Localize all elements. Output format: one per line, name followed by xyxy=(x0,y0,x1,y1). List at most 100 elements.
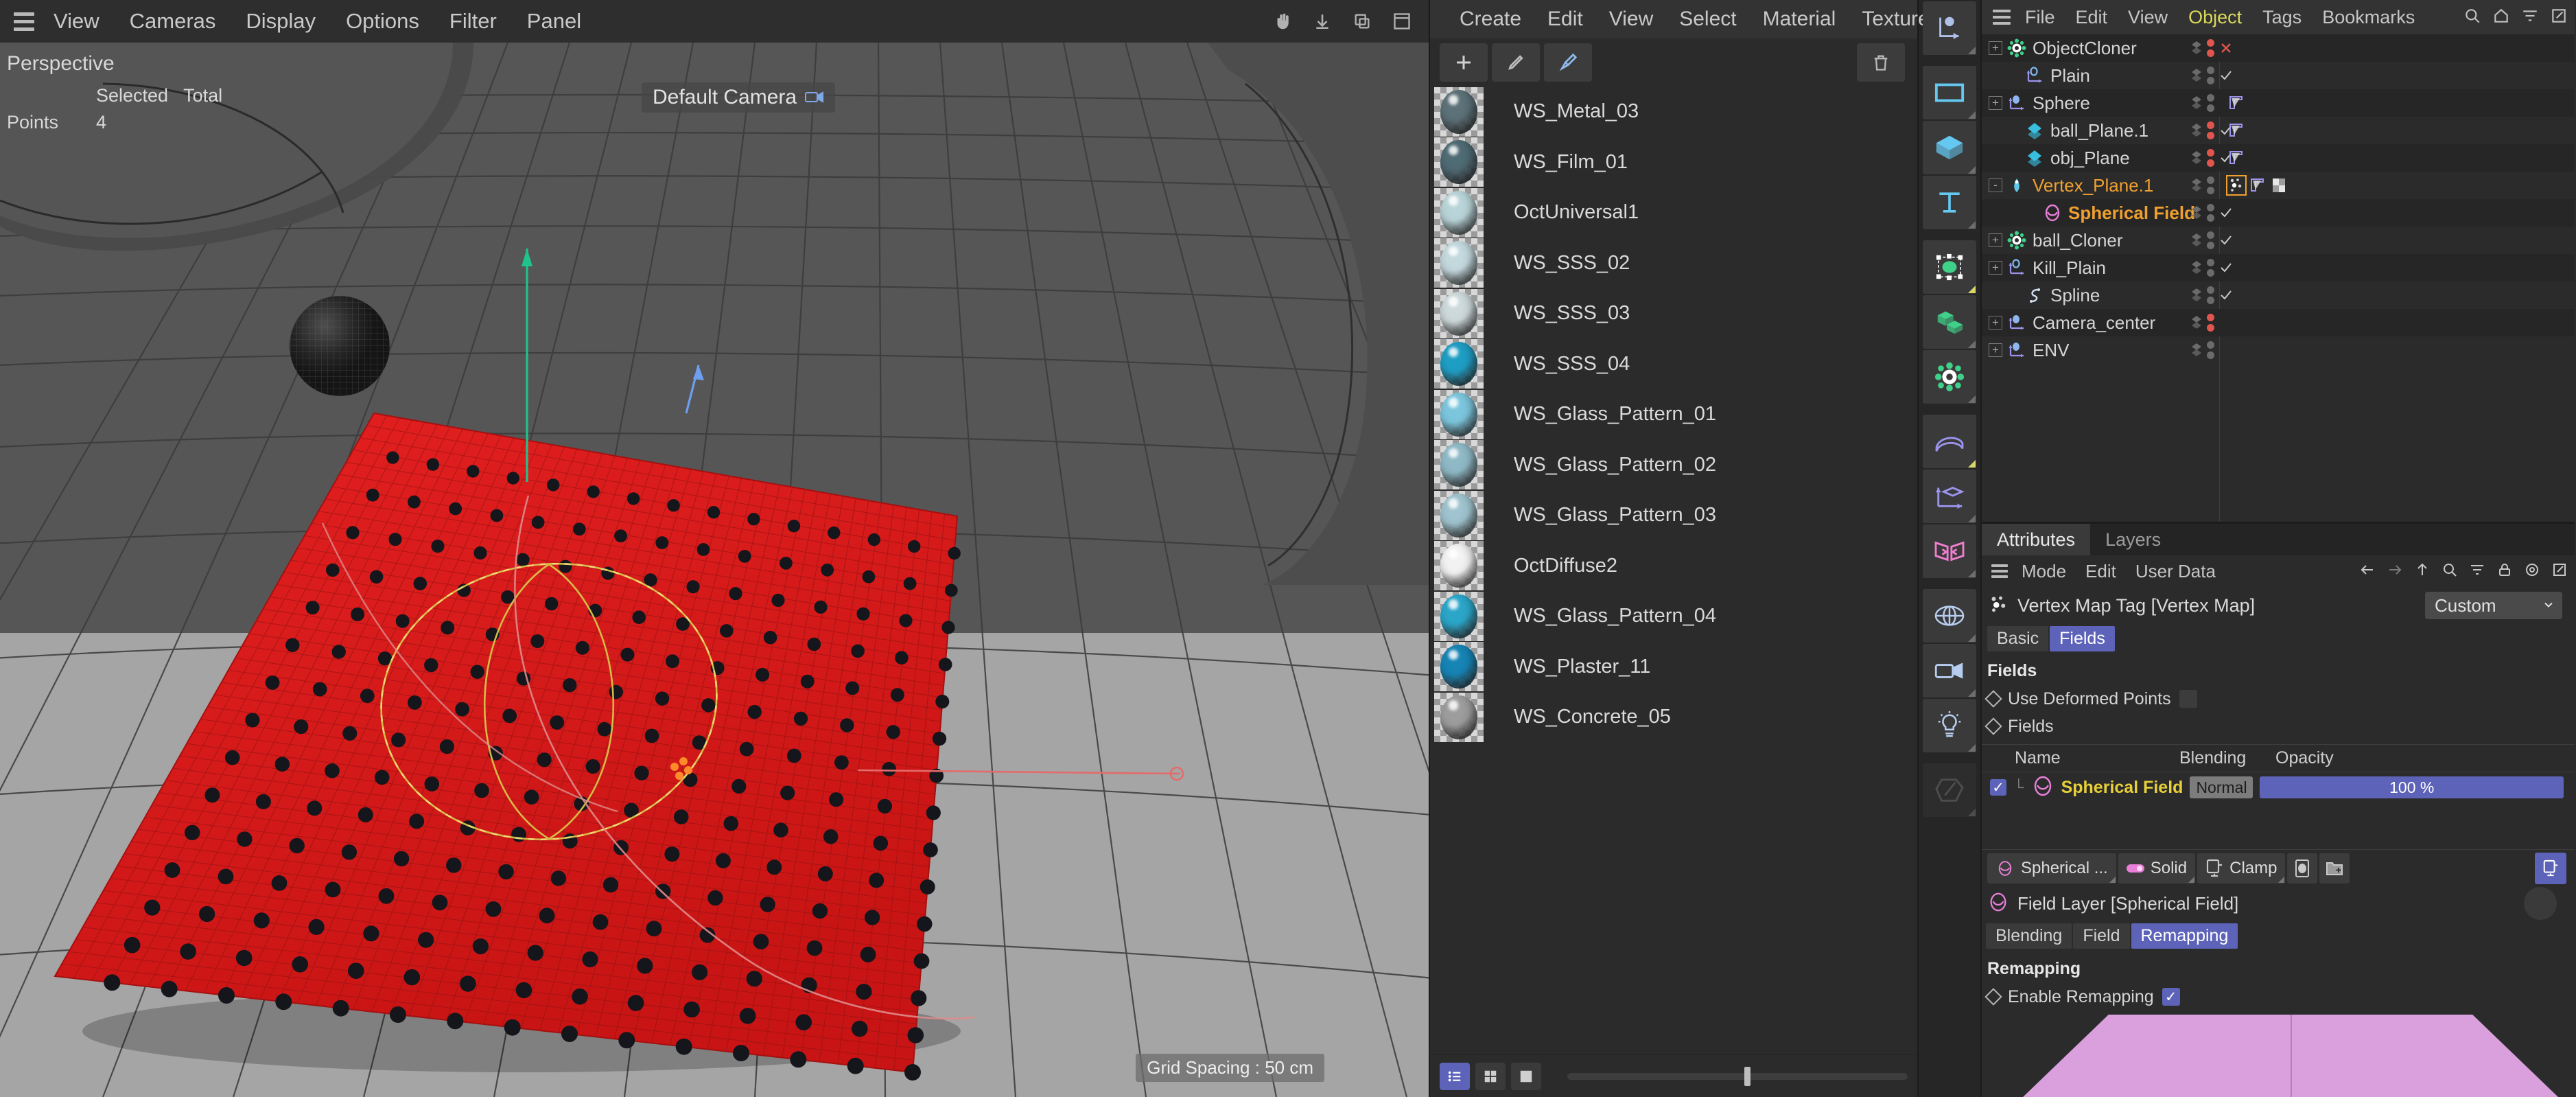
preset-dropdown[interactable]: Custom xyxy=(2425,592,2562,619)
object-visibility-dots[interactable] xyxy=(2191,94,2214,112)
expander-toggle[interactable]: + xyxy=(1989,261,2002,275)
object-menu-view[interactable]: View xyxy=(2118,7,2178,28)
material-item[interactable]: WS_Metal_03 xyxy=(1430,86,1917,137)
object-tree-row[interactable]: - Vertex_Plane.1 xyxy=(1982,172,2575,199)
viewport-3d-scene[interactable]: Perspective Selected Total Points 4 Defa… xyxy=(0,43,1429,1097)
material-thumbnail[interactable] xyxy=(1434,490,1484,540)
visibility-render-dot[interactable] xyxy=(2207,132,2214,139)
attribute-menu-user-data[interactable]: User Data xyxy=(2126,561,2225,582)
home-icon[interactable] xyxy=(2492,7,2510,28)
material-menu-view[interactable]: View xyxy=(1596,8,1666,31)
viewport-menu-hamburger-icon[interactable] xyxy=(10,10,38,33)
mirror-icon[interactable] xyxy=(1923,524,1976,578)
expander-toggle[interactable]: + xyxy=(1989,233,2002,247)
object-tree-row[interactable]: Plain xyxy=(1982,62,2575,89)
grid-view-button[interactable] xyxy=(1475,1062,1506,1090)
viewport-menu-filter[interactable]: Filter xyxy=(434,9,512,34)
material-list[interactable]: WS_Metal_03 WS_Film_01 OctUniversal1 WS_SSS… xyxy=(1430,86,1917,1054)
cube-icon[interactable] xyxy=(1923,121,1976,174)
filter-icon[interactable] xyxy=(2469,562,2485,581)
new-material-button[interactable] xyxy=(1440,43,1488,82)
material-thumbnail[interactable] xyxy=(1434,339,1484,389)
field-blending-select[interactable]: Normal xyxy=(2190,776,2253,798)
edit-material-button[interactable] xyxy=(1492,43,1540,82)
material-menu-edit[interactable]: Edit xyxy=(1534,8,1596,31)
phong-tag[interactable] xyxy=(2227,149,2245,167)
visibility-render-dot[interactable] xyxy=(2207,214,2214,222)
simulation-icon[interactable] xyxy=(1923,350,1976,404)
field-clamp-button[interactable]: Clamp xyxy=(2197,853,2286,884)
material-item[interactable]: WS_Glass_Pattern_01 xyxy=(1430,389,1917,440)
object-visibility-dots[interactable] xyxy=(2191,231,2233,249)
environment-icon[interactable] xyxy=(1923,589,1976,643)
material-item[interactable]: WS_Glass_Pattern_04 xyxy=(1430,591,1917,642)
viewport-menu-options[interactable]: Options xyxy=(331,9,434,34)
object-tree-row[interactable]: + ObjectCloner xyxy=(1982,34,2575,62)
material-thumbnail[interactable] xyxy=(1434,692,1484,742)
object-tree-row[interactable]: + Sphere xyxy=(1982,89,2575,117)
axis-object-icon[interactable] xyxy=(1923,470,1976,523)
viewport-camera-label[interactable]: Default Camera xyxy=(642,82,836,113)
visibility-render-dot[interactable] xyxy=(2207,77,2214,84)
text-icon[interactable] xyxy=(1923,176,1976,229)
material-item[interactable]: WS_Concrete_05 xyxy=(1430,692,1917,743)
visibility-editor-dot[interactable] xyxy=(2207,341,2214,349)
expander-toggle[interactable]: + xyxy=(1989,96,2002,110)
visibility-render-dot[interactable] xyxy=(2207,159,2214,167)
material-menu-select[interactable]: Select xyxy=(1666,8,1749,31)
object-visibility-dots[interactable] xyxy=(2191,67,2233,84)
object-visibility-dots[interactable] xyxy=(2191,204,2233,222)
visibility-render-dot[interactable] xyxy=(2207,269,2214,277)
visibility-editor-dot[interactable] xyxy=(2207,176,2214,184)
keyframe-diamond-icon[interactable] xyxy=(1984,988,2002,1006)
field-layer-row[interactable]: └ Spherical Field Normal 100 % xyxy=(1982,772,2575,802)
expander-toggle[interactable]: + xyxy=(1989,316,2002,330)
material-menu-material[interactable]: Material xyxy=(1750,8,1849,31)
material-item[interactable]: OctUniversal1 xyxy=(1430,187,1917,238)
visibility-editor-dot[interactable] xyxy=(2207,39,2214,47)
visibility-render-dot[interactable] xyxy=(2207,187,2214,194)
search-icon[interactable] xyxy=(2442,562,2458,581)
object-visibility-dots[interactable] xyxy=(2191,286,2233,304)
object-visibility-dots[interactable] xyxy=(2191,314,2214,332)
object-menu-hamburger-icon[interactable] xyxy=(1989,8,2015,27)
object-tree[interactable]: + ObjectCloner Plain + Sphere ball_Plane.1 obj… xyxy=(1982,34,2575,522)
back-arrow-icon[interactable] xyxy=(2359,562,2376,581)
maximize-icon[interactable] xyxy=(1387,7,1416,36)
visibility-editor-dot[interactable] xyxy=(2207,149,2214,157)
field-opacity-slider[interactable]: 100 % xyxy=(2260,776,2564,798)
target-icon[interactable] xyxy=(2524,562,2540,581)
object-tree-row[interactable]: Spline xyxy=(1982,281,2575,309)
object-tree-row[interactable]: + ball_Cloner xyxy=(1982,227,2575,254)
object-tree-row[interactable]: ball_Plane.1 xyxy=(1982,117,2575,144)
material-thumbnail[interactable] xyxy=(1434,642,1484,692)
material-item[interactable]: OctDiffuse2 xyxy=(1430,541,1917,592)
lock-icon[interactable] xyxy=(2496,562,2513,581)
material-thumbnail[interactable] xyxy=(1434,440,1484,490)
subtab-fields[interactable]: Fields xyxy=(2050,625,2115,651)
viewport-menu-panel[interactable]: Panel xyxy=(512,9,596,34)
hand-icon[interactable] xyxy=(1268,7,1297,36)
field-solid-button[interactable]: Solid xyxy=(2118,853,2196,884)
material-thumbnail[interactable] xyxy=(1434,137,1484,187)
viewport-menu-display[interactable]: Display xyxy=(231,9,331,34)
visibility-editor-dot[interactable] xyxy=(2207,286,2214,294)
visibility-render-dot[interactable] xyxy=(2207,104,2214,112)
pick-material-button[interactable] xyxy=(1544,43,1592,82)
visibility-editor-dot[interactable] xyxy=(2207,231,2214,239)
material-thumbnail[interactable] xyxy=(1434,389,1484,439)
field-layer-toggle[interactable] xyxy=(2535,852,2566,884)
popout-icon[interactable] xyxy=(2551,562,2568,581)
material-menu-hamburger-icon[interactable] xyxy=(1438,9,1447,30)
material-thumbnail[interactable] xyxy=(1434,591,1484,641)
filter-icon[interactable] xyxy=(2521,7,2539,28)
list-view-button[interactable] xyxy=(1440,1062,1470,1090)
visibility-render-dot[interactable] xyxy=(2207,297,2214,304)
material-thumbnail[interactable] xyxy=(1434,288,1484,338)
keyframe-diamond-icon[interactable] xyxy=(1984,690,2002,708)
subtab-blending[interactable]: Blending xyxy=(1986,923,2072,949)
axis-move-icon[interactable] xyxy=(1923,1,1976,55)
material-item[interactable]: WS_Glass_Pattern_02 xyxy=(1430,440,1917,491)
vertex-plane-object[interactable] xyxy=(0,43,1429,1097)
object-visibility-dots[interactable] xyxy=(2191,122,2233,139)
